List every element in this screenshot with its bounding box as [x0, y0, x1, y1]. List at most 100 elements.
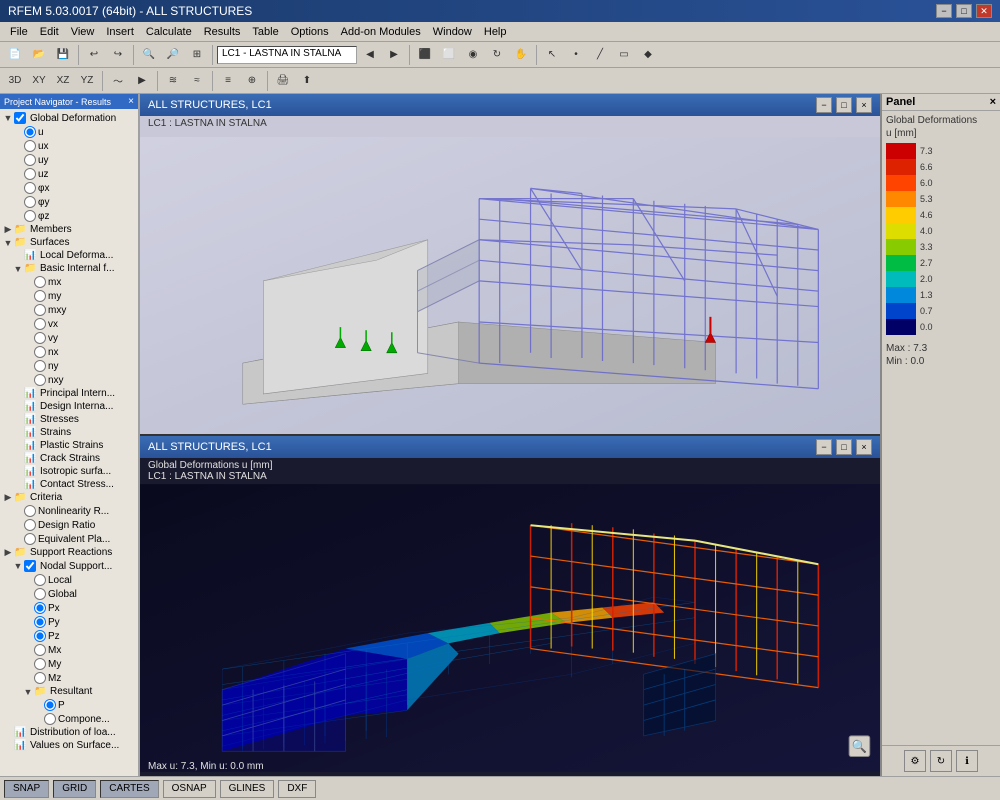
panel-refresh-button[interactable]: ↻	[930, 750, 952, 772]
new-button[interactable]: 📄	[4, 44, 26, 66]
tree-item[interactable]: 📊Strains	[0, 426, 138, 439]
tree-radio[interactable]	[34, 290, 46, 302]
next-lc-button[interactable]: ▶	[383, 44, 405, 66]
tree-item[interactable]: 📊Principal Intern...	[0, 387, 138, 400]
lc-label[interactable]: LC1 - LASTNA IN STALNA	[217, 46, 357, 64]
rotate-button[interactable]: ↻	[486, 44, 508, 66]
pan-button[interactable]: ✋	[510, 44, 532, 66]
tree-item[interactable]: φy	[0, 195, 138, 209]
tree-item[interactable]: Py	[0, 615, 138, 629]
tree-item[interactable]: ▼Global Deformation	[0, 111, 138, 125]
panel-info-button[interactable]: ℹ	[956, 750, 978, 772]
print-button[interactable]: 🖨	[272, 70, 294, 92]
wireframe-button[interactable]: ⬜	[438, 44, 460, 66]
tree-item[interactable]: 📊Values on Surface...	[0, 739, 138, 752]
tree-item[interactable]: ▶📁Support Reactions	[0, 546, 138, 559]
panel-close-button[interactable]: ×	[990, 96, 996, 108]
tree-item[interactable]: ▼📁Resultant	[0, 685, 138, 698]
tree-toggle-icon[interactable]: ▼	[22, 687, 34, 697]
tree-item[interactable]: ▶📁Members	[0, 223, 138, 236]
tree-item[interactable]: Mz	[0, 671, 138, 685]
tree-item[interactable]: 📊Isotropic surfa...	[0, 465, 138, 478]
tree-radio[interactable]	[34, 360, 46, 372]
tree-radio[interactable]	[44, 713, 56, 725]
zoom-out-button[interactable]: 🔎	[162, 44, 184, 66]
vp-top-close[interactable]: ×	[856, 97, 872, 113]
tree-toggle-icon[interactable]: ▶	[2, 492, 14, 503]
tree-checkbox[interactable]	[24, 560, 36, 572]
left-panel-close[interactable]: ×	[128, 96, 134, 107]
tree-radio[interactable]	[34, 304, 46, 316]
redo-button[interactable]: ↪	[107, 44, 129, 66]
tree-radio[interactable]	[34, 276, 46, 288]
tree-item[interactable]: Design Ratio	[0, 518, 138, 532]
viewxz-button[interactable]: XZ	[52, 70, 74, 92]
tree-item[interactable]: Local	[0, 573, 138, 587]
tree-item[interactable]: uz	[0, 167, 138, 181]
tree-toggle-icon[interactable]: ▼	[12, 264, 24, 274]
zoom-in-button[interactable]: 🔍	[138, 44, 160, 66]
tree-item[interactable]: Equivalent Pla...	[0, 532, 138, 546]
menu-item-results[interactable]: Results	[198, 25, 247, 39]
tree-item[interactable]: φz	[0, 209, 138, 223]
vp-bottom-maximize[interactable]: □	[836, 439, 852, 455]
statusbar-button-osnap[interactable]: OSNAP	[163, 780, 216, 798]
node-button[interactable]: •	[565, 44, 587, 66]
tree-radio[interactable]	[24, 126, 36, 138]
tree-radio[interactable]	[24, 140, 36, 152]
undo-button[interactable]: ↩	[83, 44, 105, 66]
tree-radio[interactable]	[34, 346, 46, 358]
animate-button[interactable]: ▶	[131, 70, 153, 92]
title-bar-controls[interactable]: − □ ✕	[936, 4, 992, 18]
tree-item[interactable]: 📊Plastic Strains	[0, 439, 138, 452]
open-button[interactable]: 📂	[28, 44, 50, 66]
tree-toggle-icon[interactable]: ▶	[2, 224, 14, 235]
tree-radio[interactable]	[24, 210, 36, 222]
statusbar-button-cartes[interactable]: CARTES	[100, 780, 158, 798]
tree-item[interactable]: Px	[0, 601, 138, 615]
vp-bottom-minimize[interactable]: −	[816, 439, 832, 455]
tree-item[interactable]: 📊Distribution of loa...	[0, 726, 138, 739]
zoom-fit-button[interactable]: ⊞	[186, 44, 208, 66]
tree-radio[interactable]	[24, 168, 36, 180]
surface-button[interactable]: ▭	[613, 44, 635, 66]
tree-radio[interactable]	[34, 588, 46, 600]
tree-radio[interactable]	[44, 699, 56, 711]
tree-item[interactable]: φx	[0, 181, 138, 195]
tree-radio[interactable]	[24, 196, 36, 208]
tree-item[interactable]: nx	[0, 345, 138, 359]
tree-radio[interactable]	[34, 574, 46, 586]
tree-item[interactable]: vy	[0, 331, 138, 345]
tree-radio[interactable]	[24, 519, 36, 531]
viewport-top-controls[interactable]: − □ ×	[816, 97, 872, 113]
tree-item[interactable]: vx	[0, 317, 138, 331]
view3d-button[interactable]: 3D	[4, 70, 26, 92]
minimize-button[interactable]: −	[936, 4, 952, 18]
tree-item[interactable]: uy	[0, 153, 138, 167]
tree-checkbox[interactable]	[14, 112, 26, 124]
tree-radio[interactable]	[34, 644, 46, 656]
tree-item[interactable]: Pz	[0, 629, 138, 643]
tree-radio[interactable]	[34, 658, 46, 670]
statusbar-button-grid[interactable]: GRID	[53, 780, 96, 798]
viewport-bottom-controls[interactable]: − □ ×	[816, 439, 872, 455]
vp-bottom-close[interactable]: ×	[856, 439, 872, 455]
tree-item[interactable]: 📊Local Deforma...	[0, 249, 138, 262]
display-button[interactable]: ⬛	[414, 44, 436, 66]
menu-item-options[interactable]: Options	[285, 25, 335, 39]
tree-radio[interactable]	[24, 154, 36, 166]
tree-item[interactable]: Compone...	[0, 712, 138, 726]
menu-item-calculate[interactable]: Calculate	[140, 25, 198, 39]
tree-item[interactable]: 📊Contact Stress...	[0, 478, 138, 491]
tree-radio[interactable]	[34, 630, 46, 642]
tree-item[interactable]: mxy	[0, 303, 138, 317]
extremes-button[interactable]: ⊕	[241, 70, 263, 92]
tree-radio[interactable]	[34, 616, 46, 628]
tree-item[interactable]: mx	[0, 275, 138, 289]
tree-toggle-icon[interactable]: ▼	[2, 113, 14, 123]
menu-item-add-on-modules[interactable]: Add-on Modules	[335, 25, 427, 39]
values-button[interactable]: ≡	[217, 70, 239, 92]
tree-item[interactable]: ▶📁Criteria	[0, 491, 138, 504]
vp-top-maximize[interactable]: □	[836, 97, 852, 113]
vp-top-minimize[interactable]: −	[816, 97, 832, 113]
